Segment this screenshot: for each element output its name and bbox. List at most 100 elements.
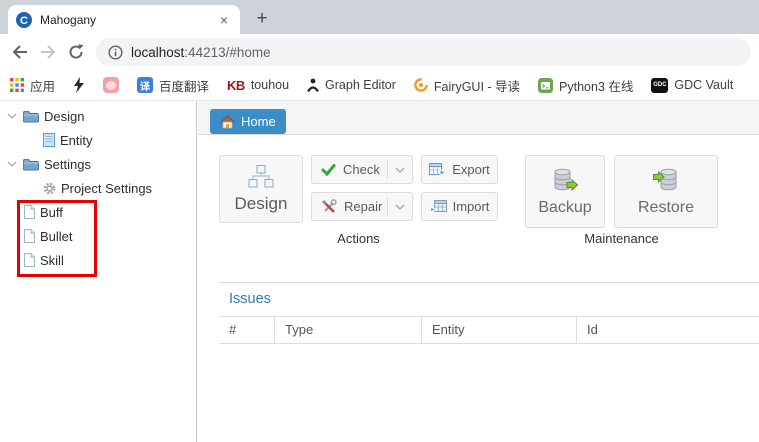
check-button[interactable]: Check bbox=[311, 155, 413, 184]
check-dropdown-button[interactable] bbox=[388, 167, 412, 173]
export-table-icon bbox=[429, 162, 446, 177]
url-path: :44213/#home bbox=[184, 45, 270, 60]
refresh-button[interactable] bbox=[62, 38, 90, 66]
fairygui-icon bbox=[414, 78, 428, 92]
restore-button-label: Restore bbox=[638, 199, 694, 217]
url-text: localhost:44213/#home bbox=[131, 45, 271, 60]
column-header-type: Type bbox=[274, 317, 421, 343]
column-header-id: Id bbox=[576, 317, 759, 343]
bookmark-label: Graph Editor bbox=[325, 78, 396, 92]
bookmark-lightning[interactable] bbox=[73, 77, 85, 93]
actions-group-label: Actions bbox=[219, 231, 498, 246]
app-area: Design Entity Settings bbox=[0, 101, 759, 442]
gear-icon bbox=[43, 182, 56, 195]
tab-close-icon[interactable]: × bbox=[216, 12, 232, 28]
issues-table-header: # Type Entity Id bbox=[219, 316, 759, 344]
bookmark-python3[interactable]: Python3 在线 bbox=[538, 76, 633, 95]
tab-home[interactable]: Home bbox=[210, 109, 286, 134]
tree-label: Project Settings bbox=[61, 181, 152, 196]
annotation-red-box bbox=[17, 200, 97, 277]
home-icon bbox=[220, 115, 235, 129]
back-arrow-icon bbox=[10, 42, 30, 62]
design-button-label: Design bbox=[235, 194, 288, 214]
bookmark-pink[interactable] bbox=[103, 77, 119, 93]
design-button[interactable]: Design bbox=[219, 155, 303, 223]
browser-toolbar: localhost:44213/#home bbox=[0, 34, 759, 70]
restore-button[interactable]: Restore bbox=[614, 155, 718, 228]
tab-home-label: Home bbox=[241, 114, 276, 129]
bookmark-label: GDC Vault bbox=[674, 78, 733, 92]
column-header-number: # bbox=[219, 317, 274, 343]
import-button-label: Import bbox=[453, 199, 490, 214]
repair-button-label: Repair bbox=[344, 199, 382, 214]
bookmark-graph-editor[interactable]: Graph Editor bbox=[307, 78, 396, 92]
forward-button[interactable] bbox=[34, 38, 62, 66]
folder-icon bbox=[23, 110, 39, 123]
apps-label: 应用 bbox=[30, 76, 55, 95]
bookmark-baidu-translate[interactable]: 译 百度翻译 bbox=[137, 76, 209, 95]
database-import-icon bbox=[653, 167, 679, 193]
backup-button[interactable]: Backup bbox=[525, 155, 605, 228]
tree-item-settings[interactable]: Settings bbox=[0, 152, 196, 176]
check-button-label: Check bbox=[343, 162, 380, 177]
lightning-icon bbox=[73, 77, 85, 93]
database-export-icon bbox=[552, 167, 578, 193]
issues-panel: Issues # Type Entity Id bbox=[219, 282, 759, 344]
import-button[interactable]: Import bbox=[421, 192, 498, 221]
svg-text:C: C bbox=[20, 15, 28, 27]
bookmark-fairygui[interactable]: FairyGUI - 导读 bbox=[414, 76, 520, 95]
folder-icon bbox=[23, 158, 39, 171]
translate-icon: 译 bbox=[137, 77, 153, 93]
bookmark-touhou[interactable]: KB touhou bbox=[227, 78, 289, 93]
bookmark-label: 百度翻译 bbox=[159, 76, 209, 95]
repair-tools-icon bbox=[321, 199, 337, 214]
forward-arrow-icon bbox=[38, 42, 58, 62]
tree-item-project-settings[interactable]: Project Settings bbox=[0, 176, 196, 200]
tree-label: Design bbox=[44, 109, 84, 124]
main-content: Home Design Check bbox=[198, 101, 759, 442]
repair-dropdown-button[interactable] bbox=[388, 204, 412, 210]
url-host: localhost bbox=[131, 45, 184, 60]
check-icon bbox=[321, 163, 336, 176]
browser-tab[interactable]: C Mahogany × bbox=[8, 5, 240, 34]
bookmarks-bar: 应用 译 百度翻译 KB touhou Graph Editor bbox=[0, 70, 759, 101]
chevron-down-icon bbox=[395, 204, 405, 210]
tree-label: Settings bbox=[44, 157, 91, 172]
tree-label: Entity bbox=[60, 133, 93, 148]
kb-icon: KB bbox=[227, 78, 245, 93]
bookmark-gdc-vault[interactable]: GDC GDC Vault bbox=[651, 78, 733, 93]
address-bar[interactable]: localhost:44213/#home bbox=[96, 38, 751, 66]
repair-button[interactable]: Repair bbox=[311, 192, 413, 221]
back-button[interactable] bbox=[6, 38, 34, 66]
entity-doc-icon bbox=[43, 133, 55, 147]
new-tab-button[interactable]: + bbox=[248, 5, 276, 33]
site-favicon-icon: C bbox=[16, 12, 32, 28]
info-icon[interactable] bbox=[108, 45, 123, 60]
export-button-label: Export bbox=[452, 162, 490, 177]
browser-tab-strip: C Mahogany × + bbox=[0, 0, 759, 34]
tab-title: Mahogany bbox=[40, 13, 216, 27]
bookmark-label: touhou bbox=[251, 78, 289, 92]
apps-button[interactable]: 应用 bbox=[10, 76, 55, 95]
issues-title: Issues bbox=[219, 283, 759, 316]
refresh-icon bbox=[66, 42, 86, 62]
python3-icon bbox=[538, 78, 553, 93]
chevron-down-icon[interactable] bbox=[7, 161, 17, 167]
backup-button-label: Backup bbox=[538, 199, 591, 217]
browser-window: C Mahogany × + bbox=[0, 0, 759, 442]
import-table-icon bbox=[430, 199, 447, 214]
org-chart-icon bbox=[248, 165, 274, 188]
gdc-icon: GDC bbox=[651, 78, 668, 93]
chevron-down-icon[interactable] bbox=[7, 113, 17, 119]
chevron-down-icon bbox=[395, 167, 405, 173]
pink-avatar-icon bbox=[103, 77, 119, 93]
maintenance-group-label: Maintenance bbox=[525, 231, 718, 246]
tree-item-design[interactable]: Design bbox=[0, 104, 196, 128]
tree-item-entity[interactable]: Entity bbox=[0, 128, 196, 152]
person-icon bbox=[307, 78, 319, 92]
column-header-entity: Entity bbox=[421, 317, 576, 343]
bookmark-label: FairyGUI - 导读 bbox=[434, 76, 520, 95]
page-tab-bar: Home bbox=[198, 101, 759, 135]
bookmark-label: Python3 在线 bbox=[559, 76, 633, 95]
export-button[interactable]: Export bbox=[421, 155, 498, 184]
